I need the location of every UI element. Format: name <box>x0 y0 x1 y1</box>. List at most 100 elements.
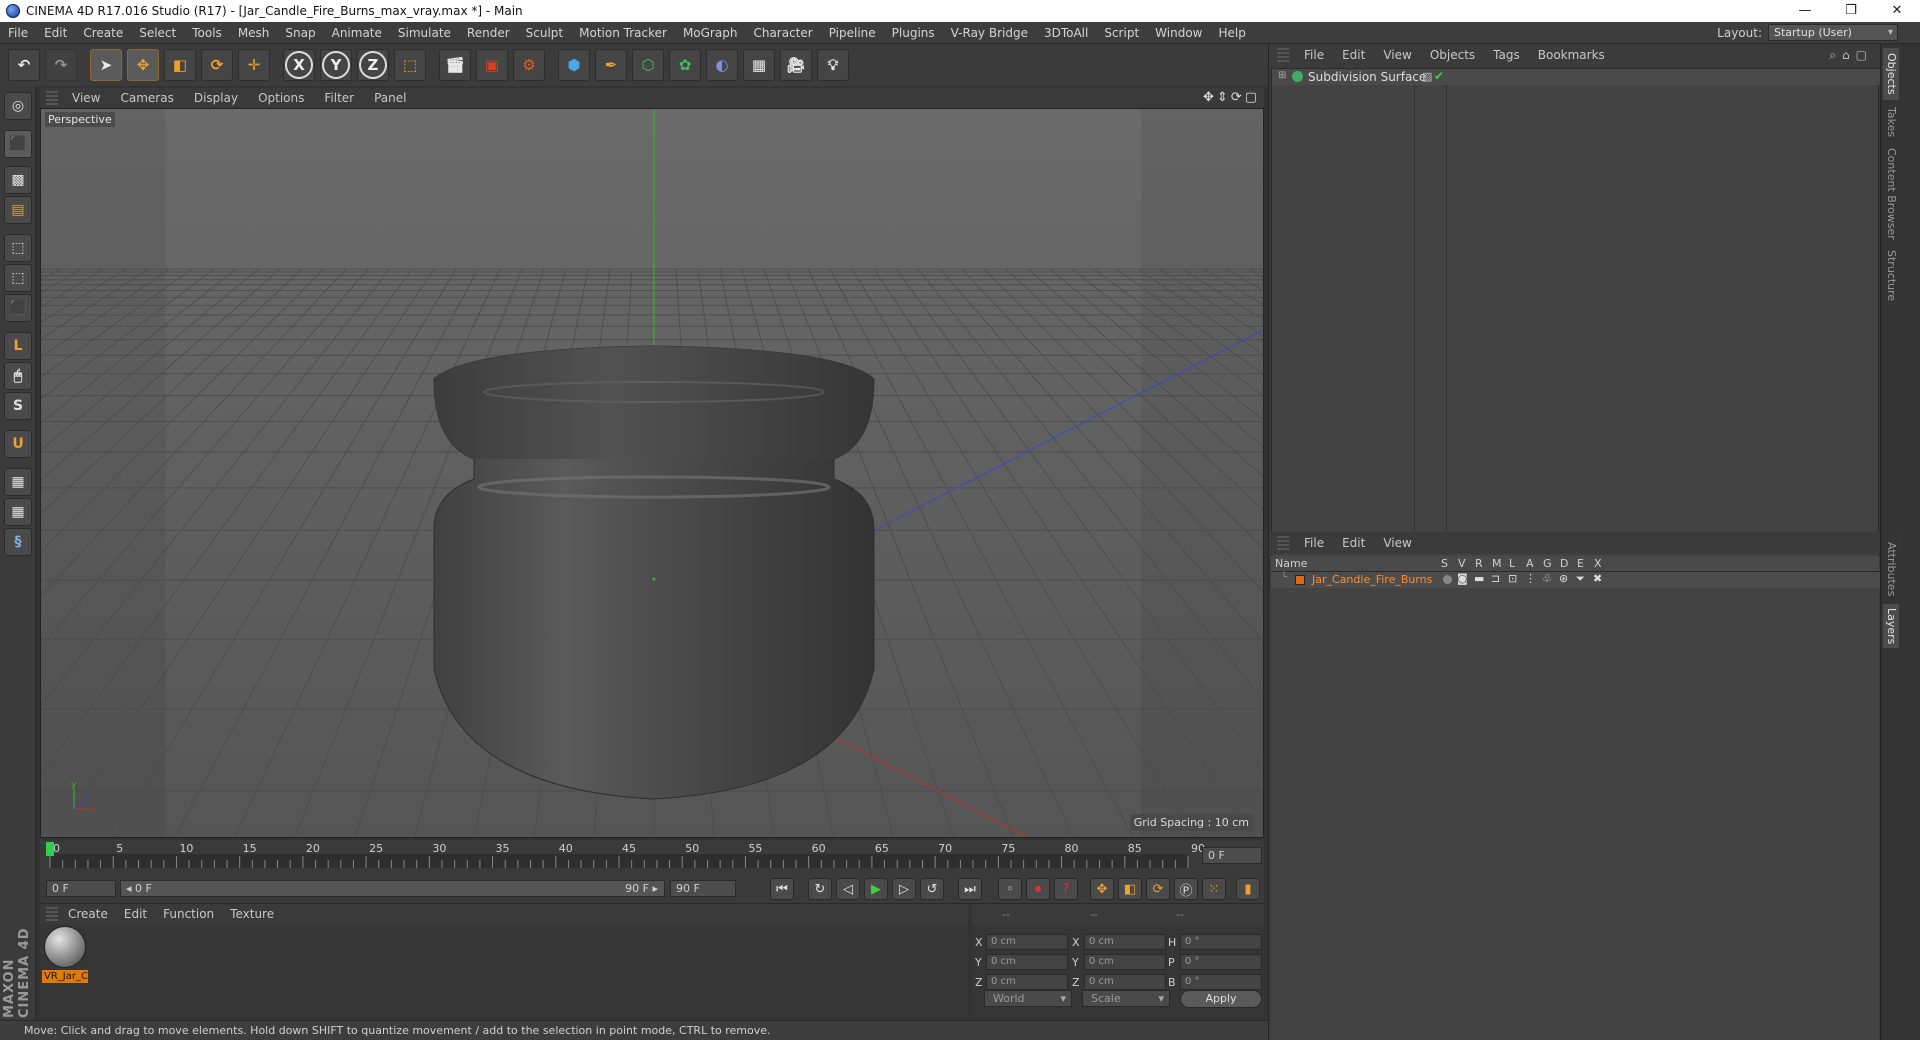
material-name-label[interactable]: VR_Jar_C <box>42 970 88 983</box>
menu-sculpt[interactable]: Sculpt <box>518 22 571 44</box>
menu-snap[interactable]: Snap <box>277 22 323 44</box>
om-menu-view[interactable]: View <box>1374 48 1420 62</box>
layer-color-swatch[interactable] <box>1295 575 1305 585</box>
layer-xref-icon[interactable]: ✖ <box>1593 572 1602 585</box>
size-x-field[interactable]: 0 cm <box>1084 934 1166 950</box>
layer-deformers-icon[interactable]: ⊛ <box>1559 572 1568 585</box>
cube-object-button[interactable]: ⬢ <box>558 49 590 81</box>
key-parameter-button[interactable]: Ⓟ <box>1174 878 1198 900</box>
om-menu-objects[interactable]: Objects <box>1421 48 1484 62</box>
jar-model[interactable] <box>433 345 875 800</box>
lm-menu-file[interactable]: File <box>1295 536 1333 550</box>
menu-window[interactable]: Window <box>1147 22 1210 44</box>
tab-layers[interactable]: Layers <box>1883 604 1899 648</box>
object-row-subdivision-surface[interactable]: ⊞ Subdivision Surface ▨ ✔ <box>1272 69 1898 85</box>
end-frame-field[interactable]: 90 F <box>670 880 736 897</box>
edge-mode-button[interactable]: ⬚ <box>4 264 32 292</box>
menu-help[interactable]: Help <box>1210 22 1253 44</box>
rot-h-field[interactable]: 0 ° <box>1180 934 1262 950</box>
timeline-window-button[interactable]: ▮ <box>1236 878 1260 900</box>
goto-start-button[interactable]: ⏮ <box>770 878 794 900</box>
tab-takes[interactable]: Takes <box>1883 104 1899 140</box>
material-menu-function[interactable]: Function <box>155 907 222 921</box>
menu-plugins[interactable]: Plugins <box>884 22 943 44</box>
layer-manager-icon[interactable]: ⊐ <box>1491 572 1500 585</box>
rot-b-field[interactable]: 0 ° <box>1180 974 1262 990</box>
viewport-menu-filter[interactable]: Filter <box>314 91 364 105</box>
layout-dropdown[interactable]: Startup (User) <box>1768 24 1898 41</box>
om-menu-file[interactable]: File <box>1295 48 1333 62</box>
z-axis-button[interactable]: Z <box>357 49 389 81</box>
spline-pen-button[interactable]: ✒ <box>595 49 627 81</box>
layer-row[interactable]: └ Jar_Candle_Fire_Burns ◙ ▬ ⊐ ⊡ ⋮ ♧ ⊛ ⏷ … <box>1271 572 1897 588</box>
menu-3dtoall[interactable]: 3DToAll <box>1036 22 1096 44</box>
menu-pipeline[interactable]: Pipeline <box>821 22 884 44</box>
lm-menu-edit[interactable]: Edit <box>1333 536 1374 550</box>
menu-file[interactable]: File <box>0 22 36 44</box>
menu-tools[interactable]: Tools <box>184 22 230 44</box>
tab-attributes[interactable]: Attributes <box>1883 538 1899 600</box>
viewport-menu-display[interactable]: Display <box>184 91 248 105</box>
key-position-button[interactable]: ✥ <box>1090 878 1114 900</box>
viewport-menu-cameras[interactable]: Cameras <box>110 91 183 105</box>
prev-key-button[interactable]: ↻ <box>808 878 832 900</box>
render-view-button[interactable]: 🎬︎ <box>439 49 471 81</box>
render-settings-button[interactable]: ⚙ <box>513 49 545 81</box>
viewport-navigation-icons[interactable]: ✥⇕⟳▢ <box>1203 90 1260 105</box>
minimize-button[interactable]: — <box>1782 0 1828 22</box>
menu-vray-bridge[interactable]: V-Ray Bridge <box>943 22 1036 44</box>
layer-solo-icon[interactable] <box>1443 575 1452 584</box>
move-tool-button[interactable]: ✥ <box>127 49 159 81</box>
menu-simulate[interactable]: Simulate <box>390 22 459 44</box>
rot-p-field[interactable]: 0 ° <box>1180 954 1262 970</box>
live-selection-button[interactable]: ➤ <box>90 49 122 81</box>
rotate-tool-button[interactable]: ⟳ <box>201 49 233 81</box>
cloner-button[interactable]: ✿ <box>669 49 701 81</box>
maximize-button[interactable]: ❐ <box>1828 0 1874 22</box>
workplane-mode-button[interactable]: ▤ <box>4 196 32 224</box>
model-mode-button[interactable]: ⬛ <box>4 130 32 158</box>
prev-frame-button[interactable]: ◁ <box>836 878 860 900</box>
timeline-ruler[interactable]: 0 5 10 15 20 25 30 35 40 45 50 55 60 65 70 75 80 85 90 0 F <box>40 840 1264 874</box>
material-menu-create[interactable]: Create <box>60 907 116 921</box>
autokey-button[interactable]: ⏺ <box>1026 878 1050 900</box>
om-menu-tags[interactable]: Tags <box>1484 48 1529 62</box>
expand-toggle-icon[interactable]: ⊞ <box>1278 70 1286 81</box>
layer-lock-icon[interactable]: ⊡ <box>1508 572 1517 585</box>
menu-create[interactable]: Create <box>75 22 131 44</box>
goto-end-button[interactable]: ⏭ <box>958 878 982 900</box>
size-y-field[interactable]: 0 cm <box>1084 954 1166 970</box>
coordinate-system-button[interactable]: ⬚ <box>394 49 426 81</box>
current-frame-field[interactable]: 0 F <box>1202 847 1262 864</box>
material-menu-texture[interactable]: Texture <box>222 907 282 921</box>
make-editable-button[interactable]: ◎ <box>4 92 32 120</box>
planar-workplane-button[interactable]: ▦ <box>4 498 32 526</box>
layer-render-icon[interactable]: ▬ <box>1474 572 1484 585</box>
edit-visibility-icon[interactable]: ▨ <box>1422 70 1432 83</box>
x-axis-button[interactable]: X <box>283 49 315 81</box>
pos-y-field[interactable]: 0 cm <box>986 954 1068 970</box>
layer-animation-icon[interactable]: ⋮ <box>1525 572 1536 585</box>
menu-render[interactable]: Render <box>459 22 518 44</box>
playhead-marker[interactable] <box>46 842 54 856</box>
menu-edit[interactable]: Edit <box>36 22 75 44</box>
y-axis-button[interactable]: Y <box>320 49 352 81</box>
solo-mode-button[interactable]: S <box>4 392 32 420</box>
key-rotation-button[interactable]: ⟳ <box>1146 878 1170 900</box>
menu-animate[interactable]: Animate <box>324 22 390 44</box>
record-keys-button[interactable]: ⚬ <box>998 878 1022 900</box>
snap-button[interactable]: U <box>4 430 32 458</box>
menu-mesh[interactable]: Mesh <box>230 22 278 44</box>
tab-content-browser[interactable]: Content Browser <box>1883 144 1899 244</box>
key-pla-button[interactable]: ⁙ <box>1202 878 1226 900</box>
menu-mograph[interactable]: MoGraph <box>675 22 746 44</box>
layer-generators-icon[interactable]: ♧ <box>1542 572 1552 585</box>
preview-range-slider[interactable]: ◂ 0 F 90 F ▸ <box>120 880 665 897</box>
tab-structure[interactable]: Structure <box>1883 248 1899 304</box>
size-z-field[interactable]: 0 cm <box>1084 974 1166 990</box>
python-button[interactable]: § <box>4 528 32 556</box>
pos-z-field[interactable]: 0 cm <box>986 974 1068 990</box>
om-menu-bookmarks[interactable]: Bookmarks <box>1529 48 1614 62</box>
perspective-viewport[interactable]: y x z Perspective Grid Spacing : 10 cm <box>40 108 1264 838</box>
menu-motion-tracker[interactable]: Motion Tracker <box>571 22 675 44</box>
